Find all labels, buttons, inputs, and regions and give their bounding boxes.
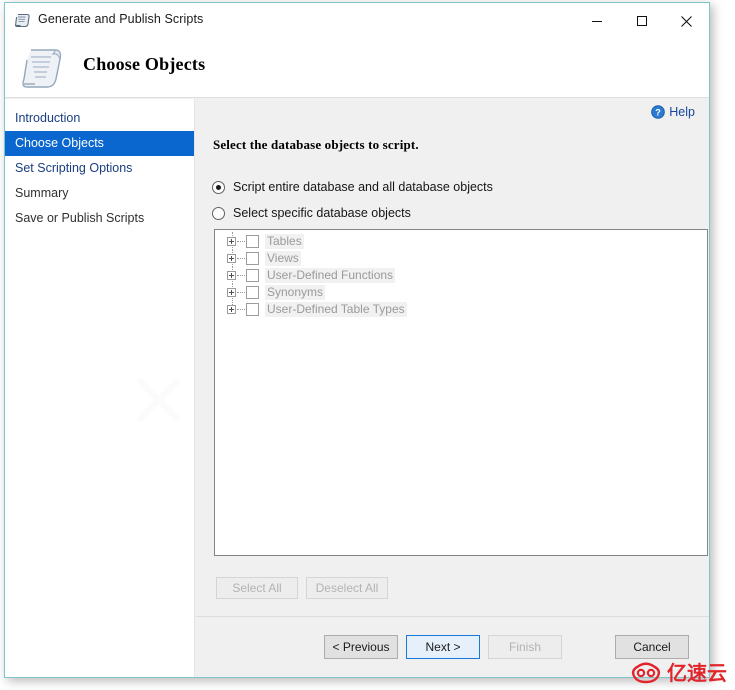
radio-label: Script entire database and all database … — [233, 180, 493, 194]
tree-item-views[interactable]: Views — [227, 249, 707, 267]
close-icon[interactable] — [664, 3, 709, 39]
tree-dot-line — [237, 240, 245, 242]
cancel-button[interactable]: Cancel — [615, 635, 689, 659]
x-watermark-icon — [136, 377, 182, 423]
expand-plus-icon[interactable] — [227, 253, 236, 263]
tree-item-label: Views — [265, 250, 301, 266]
tree-item-user-defined-functions[interactable]: User-Defined Functions — [227, 266, 707, 284]
screenshot-root: Generate and Publish Scripts Choose Obje… — [0, 0, 735, 690]
radio-indicator-selected — [212, 180, 225, 194]
page-title: Choose Objects — [83, 54, 206, 74]
window-title: Generate and Publish Scripts — [38, 12, 204, 26]
previous-button[interactable]: < Previous — [324, 635, 398, 659]
sidebar-item-summary[interactable]: Summary — [5, 181, 194, 206]
tree-dot-line — [237, 257, 245, 259]
title-bar: Generate and Publish Scripts — [5, 3, 709, 39]
tree-dot-line — [237, 308, 245, 310]
tree-checkbox[interactable] — [246, 234, 259, 248]
svg-text:?: ? — [656, 107, 662, 117]
select-all-button[interactable]: Select All — [216, 577, 298, 599]
tree-item-label: User-Defined Functions — [265, 267, 396, 283]
minimize-icon[interactable] — [574, 3, 619, 39]
deselect-all-button[interactable]: Deselect All — [306, 577, 388, 599]
tree-checkbox[interactable] — [246, 251, 259, 265]
dialog-window: Generate and Publish Scripts Choose Obje… — [4, 2, 710, 678]
help-circle-icon: ? — [651, 105, 666, 119]
script-scroll-icon — [14, 12, 32, 30]
page-banner: Choose Objects — [5, 39, 709, 98]
sidebar-item-label: Summary — [15, 186, 69, 200]
sidebar-item-label: Set Scripting Options — [15, 161, 133, 175]
script-scroll-large-icon — [19, 43, 69, 93]
content-pane: ? Help Select the database objects to sc… — [196, 99, 709, 677]
next-button[interactable]: Next > — [406, 635, 480, 659]
expand-plus-icon[interactable] — [227, 236, 236, 246]
tree-item-tables[interactable]: Tables — [227, 232, 707, 250]
radio-script-entire-database[interactable]: Script entire database and all database … — [212, 180, 493, 194]
radio-select-specific-objects[interactable]: Select specific database objects — [212, 206, 411, 220]
sidebar-item-label: Choose Objects — [15, 136, 104, 150]
section-title: Select the database objects to script. — [213, 137, 419, 152]
object-tree-list: Tables Views User-Defined Functions Syno… — [215, 230, 707, 317]
page-background — [710, 0, 735, 690]
tree-item-synonyms[interactable]: Synonyms — [227, 283, 707, 301]
tree-item-label: Synonyms — [265, 284, 326, 300]
sidebar-item-save-or-publish-scripts[interactable]: Save or Publish Scripts — [5, 206, 194, 231]
footer-button-bar: < Previous Next > Finish Cancel — [196, 616, 709, 677]
expand-plus-icon[interactable] — [227, 287, 236, 297]
sidebar-item-choose-objects[interactable]: Choose Objects — [5, 131, 194, 156]
sidebar-item-set-scripting-options[interactable]: Set Scripting Options — [5, 156, 194, 181]
expand-plus-icon[interactable] — [227, 304, 236, 314]
tree-dot-line — [237, 291, 245, 293]
object-tree-panel[interactable]: Tables Views User-Defined Functions Syno… — [214, 229, 708, 556]
finish-button[interactable]: Finish — [488, 635, 562, 659]
tree-dot-line — [237, 274, 245, 276]
tree-item-label: Tables — [265, 233, 304, 249]
sidebar-item-label: Introduction — [15, 111, 81, 125]
expand-plus-icon[interactable] — [227, 270, 236, 280]
tree-item-user-defined-table-types[interactable]: User-Defined Table Types — [227, 300, 707, 317]
radio-label: Select specific database objects — [233, 206, 411, 220]
sidebar-item-introduction[interactable]: Introduction — [5, 106, 194, 131]
tree-checkbox[interactable] — [246, 285, 259, 299]
help-label: Help — [669, 105, 695, 119]
radio-indicator — [212, 206, 225, 220]
window-controls — [574, 3, 709, 39]
tree-item-label: User-Defined Table Types — [265, 301, 407, 317]
wizard-steps-sidebar: Introduction Choose Objects Set Scriptin… — [5, 99, 195, 677]
maximize-icon[interactable] — [619, 3, 664, 39]
sidebar-item-label: Save or Publish Scripts — [15, 211, 145, 225]
tree-checkbox[interactable] — [246, 268, 259, 282]
tree-checkbox[interactable] — [246, 302, 259, 316]
help-link[interactable]: ? Help — [651, 105, 695, 119]
